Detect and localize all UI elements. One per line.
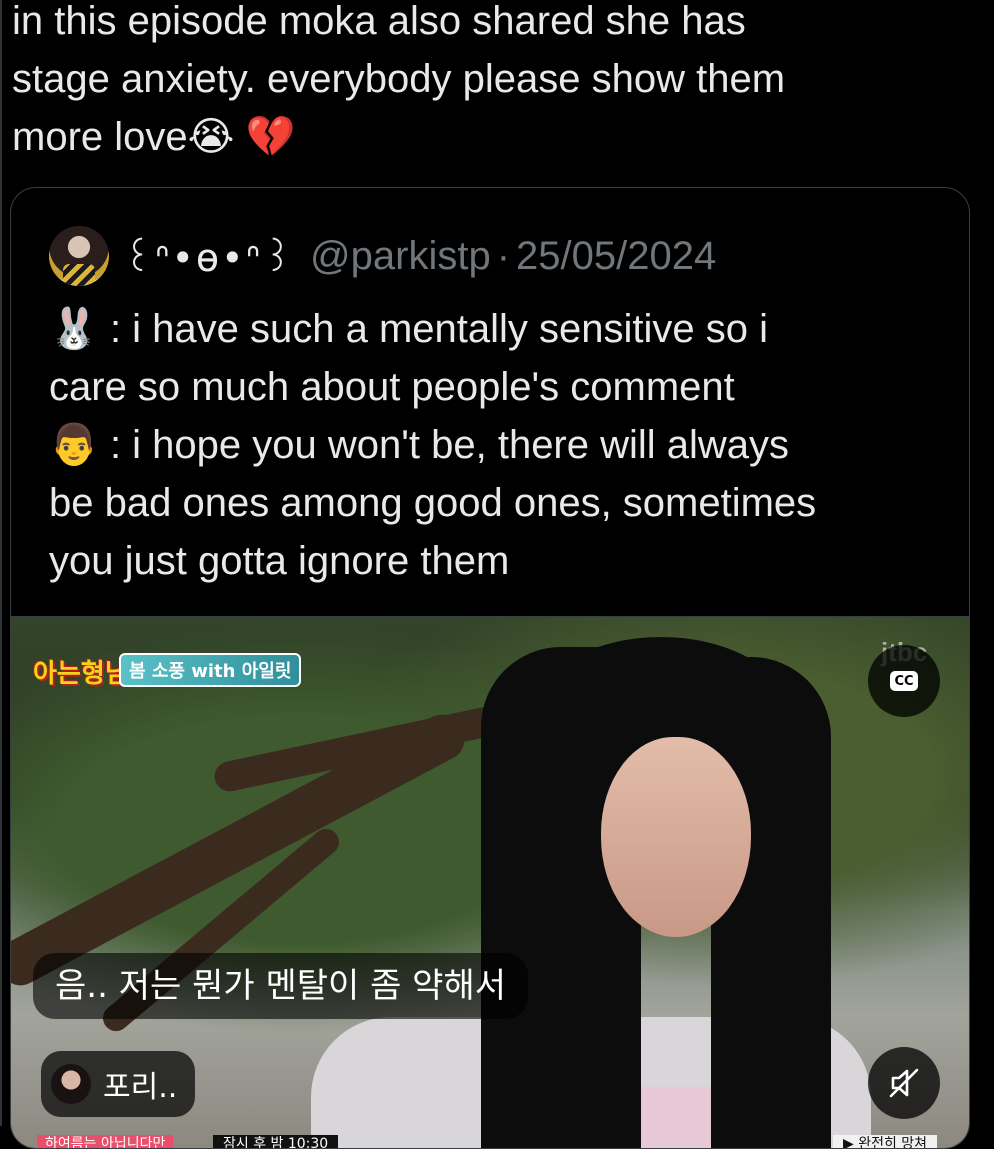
- man-emoji-icon: 👨: [49, 422, 99, 468]
- speaker-name: 포리..: [103, 1070, 178, 1105]
- speaker-avatar: [51, 1064, 91, 1104]
- promo-banner-middle: 잠시 후 밤 10:30: [213, 1135, 339, 1148]
- volume-muted-icon: [889, 1068, 919, 1098]
- display-name[interactable]: ꒰ᐢ•ɵ•ᐢ꒱: [123, 231, 294, 281]
- speaker-chip[interactable]: 포리..: [41, 1051, 196, 1117]
- tweet-text: in this episode moka also shared she has…: [12, 0, 972, 166]
- separator-dot: ·: [496, 233, 511, 278]
- mute-button[interactable]: [868, 1047, 940, 1119]
- rabbit-face-emoji-icon: 🐰: [49, 306, 99, 352]
- quote-line-1: 🐰 : i have such a mentally sensitive so …: [49, 300, 929, 358]
- closed-captions-button[interactable]: CC: [868, 645, 940, 717]
- broken-heart-emoji-icon: 💔: [245, 114, 296, 160]
- quote-line-text: care so much about people's comment: [49, 365, 735, 409]
- user-handle[interactable]: @parkistp: [310, 234, 491, 279]
- quote-line-text: : i have such a mentally sensitive so i: [109, 307, 769, 351]
- quote-line-4: be bad ones among good ones, sometimes: [49, 474, 929, 532]
- timeline-border: [0, 0, 2, 1126]
- episode-tag: 봄 소풍 with 아일릿: [119, 653, 302, 687]
- quote-line-text: you just gotta ignore them: [49, 539, 510, 583]
- person-face: [601, 737, 751, 937]
- tweet-date: 25/05/2024: [516, 233, 717, 278]
- quote-line-5: you just gotta ignore them: [49, 532, 929, 590]
- quote-line-3: 👨 : i hope you won't be, there will alwa…: [49, 416, 929, 474]
- quote-line-2: care so much about people's comment: [49, 358, 929, 416]
- video-caption: 음.. 저는 뭔가 멘탈이 좀 약해서: [33, 953, 529, 1019]
- closed-captions-icon: CC: [890, 671, 918, 691]
- avatar[interactable]: [49, 226, 109, 286]
- crying-face-emoji-icon: 😭: [187, 114, 235, 160]
- video-player[interactable]: 아는형님 봄 소풍 with 아일릿 jtbc CC 음.. 저는 뭔가 멘탈이…: [11, 616, 969, 1148]
- quoted-tweet-header: ꒰ᐢ•ɵ•ᐢ꒱ @parkistp · 25/05/2024: [49, 224, 716, 288]
- quoted-tweet-body: 🐰 : i have such a mentally sensitive so …: [49, 300, 929, 590]
- show-logo: 아는형님: [33, 659, 129, 689]
- quote-line-text: be bad ones among good ones, sometimes: [49, 481, 817, 525]
- promo-banner-left: 하여름는 아닙니다만: [37, 1135, 174, 1148]
- quote-line-text: : i hope you won't be, there will always: [109, 423, 790, 467]
- promo-banner-right: ▶ 완전히 망쳐: [833, 1135, 938, 1148]
- quoted-tweet-card[interactable]: ꒰ᐢ•ɵ•ᐢ꒱ @parkistp · 25/05/2024 🐰 : i hav…: [10, 187, 970, 1149]
- tweet-text-line-1: in this episode moka also shared she has: [12, 0, 746, 43]
- tweet-text-line-3: more love: [12, 115, 188, 159]
- tweet-text-line-2: stage anxiety. everybody please show the…: [12, 57, 786, 101]
